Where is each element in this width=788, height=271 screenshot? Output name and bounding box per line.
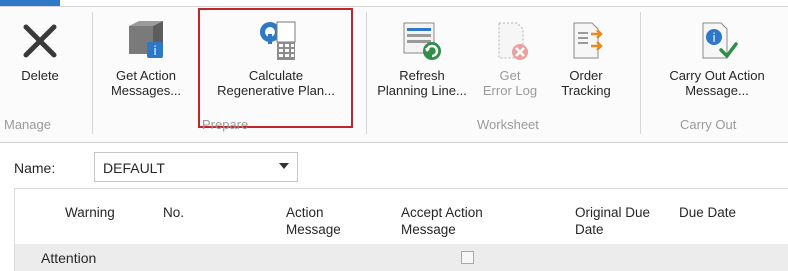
delete-x-icon — [19, 20, 61, 62]
get-action-messages-icon: i — [125, 20, 167, 62]
order-tracking-label-line1: Order — [569, 68, 603, 83]
order-tracking-button[interactable]: Order Tracking — [548, 20, 624, 98]
column-header-original-due-date[interactable]: Original Due Date — [575, 204, 650, 238]
get-action-messages-label-line1: Get Action — [116, 68, 176, 83]
error-log-icon — [489, 20, 531, 62]
column-header-accept-line2: Message — [401, 222, 456, 237]
order-tracking-icon — [565, 20, 607, 62]
group-label-prepare: Prepare — [202, 117, 249, 132]
get-error-log-label-line1: Get — [499, 68, 521, 83]
group-separator — [366, 12, 367, 134]
planning-lines-grid: Warning No. Action Message Accept Action… — [14, 188, 788, 271]
order-tracking-label-line2: Tracking — [561, 83, 611, 98]
delete-button-label: Delete — [21, 68, 59, 83]
group-label-worksheet: Worksheet — [477, 117, 539, 132]
grid-header: Warning No. Action Message Accept Action… — [14, 188, 788, 245]
svg-text:i: i — [712, 31, 715, 45]
get-error-log-label-line2: Error Log — [482, 83, 538, 98]
column-header-action-message-line1: Action — [286, 205, 324, 220]
column-header-warning-label: Warning — [65, 205, 115, 220]
carry-out-label-line1: Carry Out Action — [669, 68, 765, 83]
highlight-box — [198, 8, 353, 128]
active-tab-indicator — [0, 0, 60, 6]
get-action-messages-label-line2: Messages... — [110, 83, 182, 98]
svg-text:i: i — [153, 44, 156, 58]
column-header-no[interactable]: No. — [163, 204, 184, 221]
group-label-carry-out: Carry Out — [680, 117, 737, 132]
carry-out-action-message-button[interactable]: i Carry Out Action Message... — [646, 20, 788, 98]
carry-out-action-message-icon: i — [696, 20, 738, 62]
ribbon: Delete i Get Action Messages... Calculat… — [0, 0, 788, 143]
column-header-accept-line1: Accept Action — [401, 205, 483, 220]
chevron-down-icon — [279, 163, 289, 169]
column-header-original-due-date-line2: Date — [575, 222, 604, 237]
ribbon-tab-strip — [0, 0, 788, 7]
get-error-log-button[interactable]: Get Error Log — [476, 20, 544, 98]
refresh-planning-line-label-line1: Refresh — [399, 68, 445, 83]
row-warning-cell: Attention — [41, 250, 97, 266]
column-header-due-date-label: Due Date — [679, 205, 737, 220]
column-header-action-message-line2: Message — [286, 222, 341, 237]
column-header-no-label: No. — [163, 205, 185, 220]
table-row[interactable]: Attention — [14, 244, 788, 271]
group-label-manage: Manage — [4, 117, 51, 132]
planning-worksheet-window: Delete i Get Action Messages... Calculat… — [0, 0, 788, 271]
accept-action-message-checkbox[interactable] — [461, 251, 474, 264]
column-header-warning[interactable]: Warning — [65, 204, 115, 221]
refresh-planning-line-icon — [401, 20, 443, 62]
refresh-planning-line-button[interactable]: Refresh Planning Line... — [372, 20, 472, 98]
column-header-accept-action-message[interactable]: Accept Action Message — [401, 204, 483, 238]
refresh-planning-line-label-line2: Planning Line... — [377, 83, 467, 98]
column-header-action-message[interactable]: Action Message — [286, 204, 341, 238]
carry-out-label-line2: Message... — [685, 83, 749, 98]
delete-button[interactable]: Delete — [12, 20, 68, 83]
group-separator — [92, 12, 93, 134]
group-separator — [640, 12, 641, 134]
name-dropdown-value: DEFAULT — [103, 160, 165, 176]
column-header-due-date[interactable]: Due Date — [679, 204, 736, 221]
name-field-label: Name: — [14, 160, 56, 176]
get-action-messages-button[interactable]: i Get Action Messages... — [100, 20, 192, 98]
column-header-original-due-date-line1: Original Due — [575, 205, 651, 220]
name-dropdown[interactable]: DEFAULT — [94, 152, 298, 182]
